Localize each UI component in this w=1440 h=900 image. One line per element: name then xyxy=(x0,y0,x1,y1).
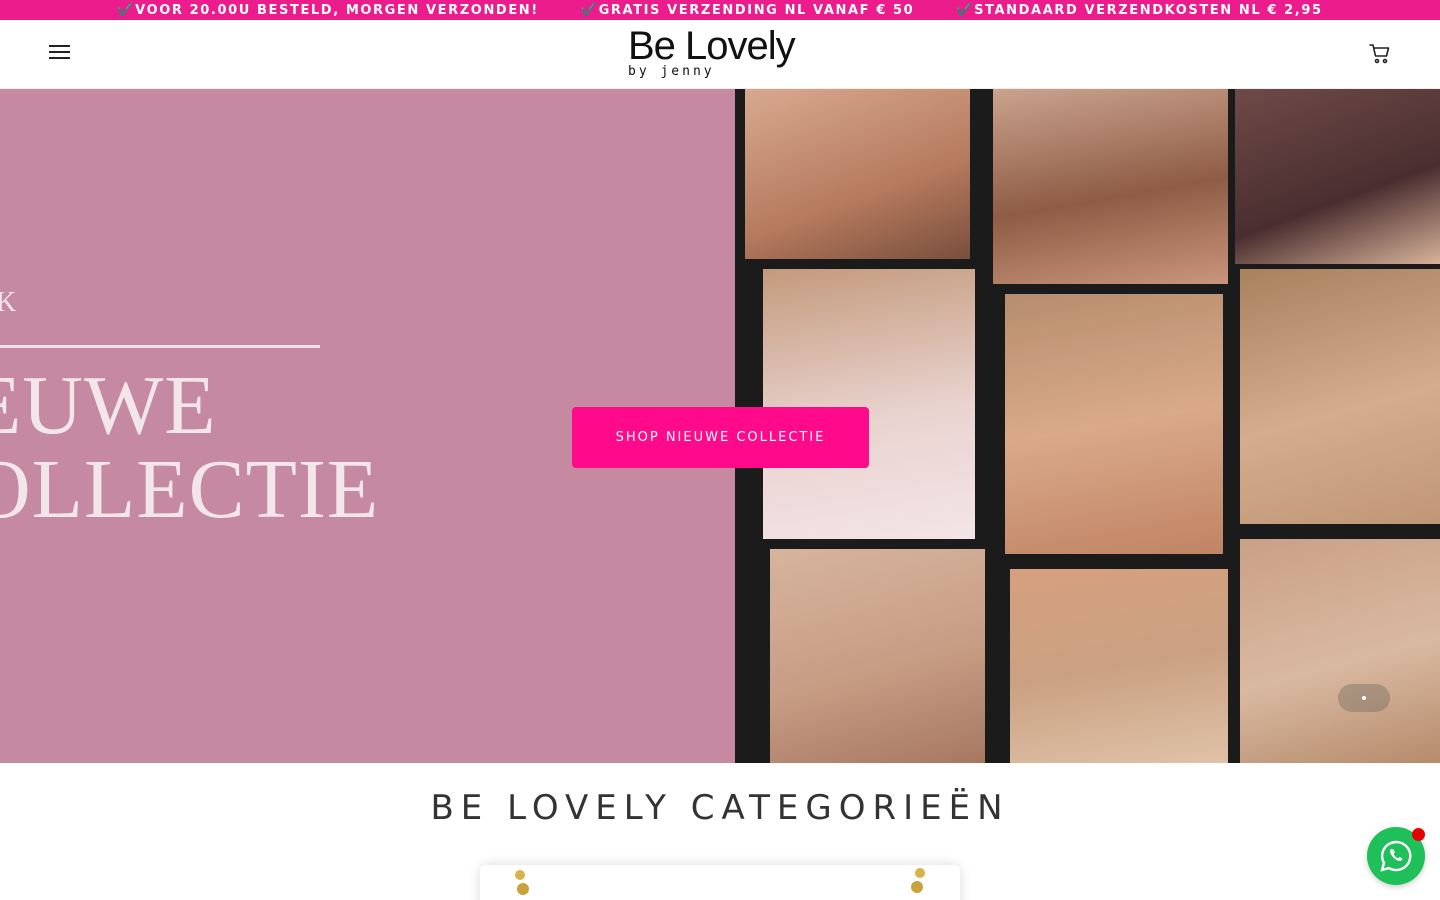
collage-tile xyxy=(770,549,985,763)
notification-badge xyxy=(1412,828,1425,841)
site-header: Be Lovely by jenny xyxy=(0,20,1440,89)
logo-main: Be Lovely xyxy=(628,24,796,68)
hero-headline-line: OLLECTIE xyxy=(0,443,380,536)
hamburger-icon xyxy=(49,45,71,59)
categories-heading: BE LOVELY CATEGORIEËN xyxy=(430,788,1010,828)
collage-tile xyxy=(1235,89,1440,264)
announcement-message: ✔️STANDAARD VERZENDKOSTEN NL € 2,95 xyxy=(956,2,1323,18)
announcement-message: ✔️GRATIS VERZENDING NL VANAF € 50 xyxy=(580,2,915,18)
hero-overlay-letter: K xyxy=(0,287,17,318)
announcement-message: ✔️VOOR 20.00U BESTELD, MORGEN VERZONDEN! xyxy=(117,2,539,18)
hero-headline-line: EUWE xyxy=(0,359,217,452)
hero-headline: EUWE OLLECTIE xyxy=(0,364,379,532)
slideshow-indicator[interactable] xyxy=(1338,684,1390,712)
collage-tile xyxy=(745,89,970,259)
hero-divider xyxy=(0,345,320,348)
collage-tile xyxy=(1240,539,1440,763)
category-card[interactable] xyxy=(480,865,960,900)
cart-icon xyxy=(1369,44,1390,64)
logo[interactable]: Be Lovely by jenny xyxy=(628,26,812,82)
collage-tile xyxy=(1010,569,1228,763)
cart-button[interactable] xyxy=(1368,42,1392,66)
announcement-bar: ✔️VOOR 20.00U BESTELD, MORGEN VERZONDEN!… xyxy=(0,0,1440,20)
collage-tile xyxy=(763,269,975,539)
collage-tile xyxy=(1240,269,1440,524)
category-card-image xyxy=(515,868,925,895)
menu-button[interactable] xyxy=(49,45,71,61)
collage-tile xyxy=(993,89,1228,284)
whatsapp-icon xyxy=(1380,840,1412,872)
hero-banner[interactable]: K EUWE OLLECTIE SHOP NIEUWE COLLECTIE xyxy=(0,89,1440,763)
shop-new-collection-button[interactable]: SHOP NIEUWE COLLECTIE xyxy=(572,407,869,468)
collage-tile xyxy=(1005,294,1223,554)
